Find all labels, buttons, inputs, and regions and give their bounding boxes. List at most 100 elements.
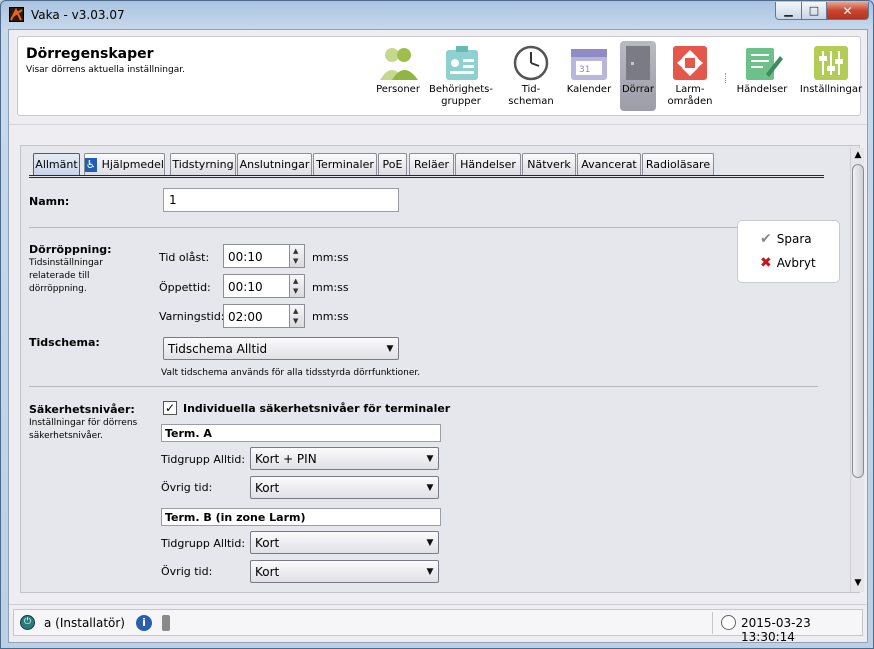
tab-label: Radioläsare xyxy=(645,158,711,171)
user-name: a (Installatör) xyxy=(44,616,125,630)
battery-icon xyxy=(162,615,170,631)
cancel-label: Avbryt xyxy=(776,256,816,270)
door-open-label: Dörröppning: xyxy=(29,243,112,256)
status-bar: ⏻ a (Installatör) i 2015-03-23 13:30:14 xyxy=(9,604,867,644)
nav-installningar[interactable]: Inställningar xyxy=(798,41,864,111)
warning-time-value: 02:00 xyxy=(228,310,263,324)
spin-up-icon[interactable]: ▲ xyxy=(293,307,298,315)
spin-up-icon[interactable]: ▲ xyxy=(293,277,298,285)
terminal-b-header: Term. B (in zone Larm) xyxy=(161,508,441,526)
nav-label: Inställningar xyxy=(799,84,863,95)
spinner-arrows[interactable]: ▲ ▼ xyxy=(289,305,304,327)
title-bar[interactable]: Vaka - v3.03.07 ▁ □ ✕ xyxy=(1,1,874,29)
nav-label: Behörighets- xyxy=(429,84,493,95)
spin-down-icon[interactable]: ▼ xyxy=(293,287,298,295)
tab-hjalpmedel[interactable]: ♿ Hjälpmedel xyxy=(84,153,165,175)
svg-text:31: 31 xyxy=(579,65,590,75)
vertical-scrollbar[interactable]: ▲ ▼ xyxy=(850,148,864,592)
door-open-description: Tidsinställningar relaterade till dörröp… xyxy=(29,257,103,296)
tab-poe[interactable]: PoE xyxy=(378,153,407,175)
alarm-zones-icon xyxy=(668,44,712,82)
status-datetime: 2015-03-23 13:30:14 xyxy=(741,616,811,644)
other-time-label: Övrig tid: xyxy=(161,481,213,494)
tab-label: Reläer xyxy=(413,158,449,171)
nav-kalender[interactable]: 31 Kalender xyxy=(564,41,614,111)
unlock-time-label: Tid olåst: xyxy=(159,251,210,264)
persons-icon xyxy=(376,44,420,82)
tab-relaer[interactable]: Reläer xyxy=(409,153,454,175)
description-line: Inställningar för dörrens xyxy=(29,418,138,428)
tab-natverk[interactable]: Nätverk xyxy=(522,153,576,175)
schedule-label: Tidschema: xyxy=(29,336,100,349)
spin-down-icon[interactable]: ▼ xyxy=(293,257,298,265)
tab-radiolasare[interactable]: Radioläsare xyxy=(642,153,714,175)
door-icon xyxy=(623,44,653,82)
tab-label: PoE xyxy=(382,158,403,171)
nav-larmomraden[interactable]: Larm- områden xyxy=(662,41,718,111)
terminal-b-other-select[interactable]: Kort ▼ xyxy=(250,560,439,583)
individual-levels-checkbox[interactable]: ✓ xyxy=(163,401,177,415)
name-label: Namn: xyxy=(29,195,70,208)
nav-label-2: områden xyxy=(667,96,713,107)
warning-time-spinner[interactable]: 02:00 ▲ ▼ xyxy=(223,304,305,328)
save-button[interactable]: ✔ Spara xyxy=(760,230,812,248)
scroll-down-arrow-icon[interactable]: ▼ xyxy=(851,576,865,590)
unlock-time-value: 00:10 xyxy=(228,250,263,264)
tab-underline xyxy=(29,175,824,178)
tab-label: Avancerat xyxy=(581,158,637,171)
nav-tidscheman[interactable]: Tid- scheman xyxy=(502,41,560,111)
nav-dorrar[interactable]: Dörrar xyxy=(620,41,656,111)
schedule-select[interactable]: Tidschema Alltid ▼ xyxy=(163,337,399,360)
spin-down-icon[interactable]: ▼ xyxy=(293,317,298,325)
chevron-down-icon: ▼ xyxy=(426,482,434,493)
tab-anslutningar[interactable]: Anslutningar xyxy=(237,153,312,175)
name-input-value: 1 xyxy=(169,193,177,207)
schedule-hint: Valt tidschema används för alla tidsstyr… xyxy=(161,368,421,378)
unit-label: mm:ss xyxy=(312,310,349,323)
terminal-b-timegroup-select[interactable]: Kort ▼ xyxy=(250,531,439,554)
tab-allmant[interactable]: Allmänt xyxy=(33,153,80,175)
close-icon: ✕ xyxy=(842,3,853,18)
page-subtitle: Visar dörrens aktuella inställningar. xyxy=(26,65,185,75)
tab-label: Händelser xyxy=(460,158,516,171)
scroll-up-arrow-icon[interactable]: ▲ xyxy=(851,148,865,162)
maximize-icon: □ xyxy=(808,4,820,17)
open-time-spinner[interactable]: 00:10 ▲ ▼ xyxy=(223,274,305,298)
nav-personer[interactable]: Personer xyxy=(372,41,424,111)
scroll-thumb[interactable] xyxy=(852,164,864,478)
terminal-name: Term. B (in zone Larm) xyxy=(165,510,306,524)
unlock-time-spinner[interactable]: 00:10 ▲ ▼ xyxy=(223,244,305,268)
chevron-down-icon: ▼ xyxy=(386,343,394,354)
tab-avancerat[interactable]: Avancerat xyxy=(577,153,641,175)
spinner-arrows[interactable]: ▲ ▼ xyxy=(289,245,304,267)
divider xyxy=(29,386,818,387)
chevron-down-icon: ▼ xyxy=(426,537,434,548)
status-divider xyxy=(712,612,713,634)
unit-label: mm:ss xyxy=(312,281,349,294)
cancel-button[interactable]: ✖ Avbryt xyxy=(760,254,816,272)
select-value: Kort xyxy=(255,481,280,495)
divider xyxy=(29,227,818,228)
name-input[interactable]: 1 xyxy=(163,188,399,212)
spin-up-icon[interactable]: ▲ xyxy=(293,247,298,255)
tab-label: Anslutningar xyxy=(239,158,310,171)
minimize-button[interactable]: ▁ xyxy=(775,2,802,20)
tab-terminaler[interactable]: Terminaler xyxy=(313,153,377,175)
user-power-icon[interactable]: ⏻ xyxy=(20,615,35,630)
nav-behorighetsgrupper[interactable]: Behörighets- grupper xyxy=(428,41,494,111)
spinner-arrows[interactable]: ▲ ▼ xyxy=(289,275,304,297)
status-bar-inner: ⏻ a (Installatör) i 2015-03-23 13:30:14 xyxy=(13,609,863,644)
tab-tidstyrning[interactable]: Tidstyrning xyxy=(170,153,236,175)
terminal-a-other-select[interactable]: Kort ▼ xyxy=(250,476,439,499)
nav-handelser[interactable]: Händelser xyxy=(732,41,792,111)
timegroup-label: Tidgrupp Alltid: xyxy=(161,537,246,550)
events-icon xyxy=(740,44,784,82)
tab-handelser[interactable]: Händelser xyxy=(455,153,521,175)
maximize-button[interactable]: □ xyxy=(801,2,827,20)
terminal-a-timegroup-select[interactable]: Kort + PIN ▼ xyxy=(250,447,439,470)
close-button[interactable]: ✕ xyxy=(826,2,869,20)
timegroup-label: Tidgrupp Alltid: xyxy=(161,453,246,466)
window-title: Vaka - v3.03.07 xyxy=(31,8,125,22)
info-icon[interactable]: i xyxy=(136,615,152,631)
action-box: ✔ Spara ✖ Avbryt xyxy=(737,220,840,283)
